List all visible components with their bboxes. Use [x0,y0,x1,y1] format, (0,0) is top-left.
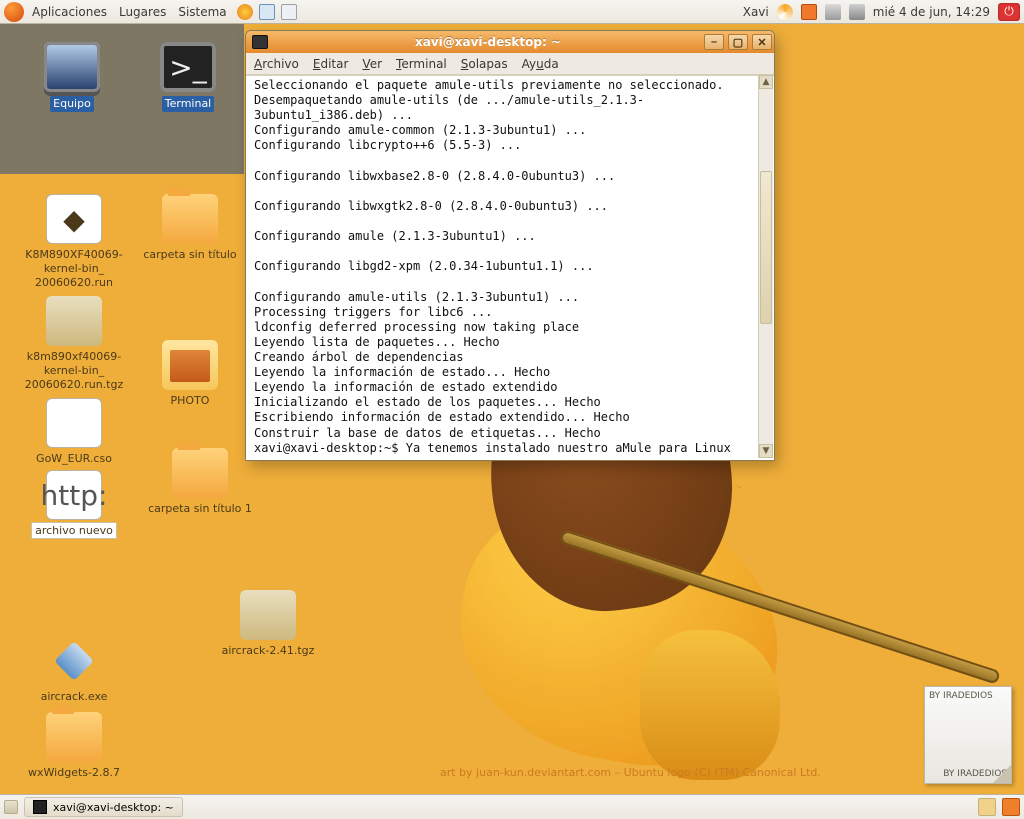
desktop-icon-terminal[interactable]: >_ Terminal [128,42,248,112]
file-icon [46,398,102,448]
top-panel: Aplicaciones Lugares Sistema Xavi mié 4 … [0,0,1024,24]
desktop-icon-aircrack-exe[interactable]: aircrack.exe [14,636,134,704]
help-icon[interactable] [281,4,297,20]
sticky-text-top: BY IRADEDIOS [929,691,1007,701]
icon-label: carpeta sin título [130,248,250,262]
terminal-window: xavi@xavi-desktop: ~ – ▢ ✕ Archivo Edita… [245,30,775,461]
icon-label: Terminal [162,96,215,112]
computer-icon [44,42,100,92]
exe-icon [46,636,102,686]
workspace-switcher[interactable] [978,798,996,816]
desktop-icon-carpeta2[interactable]: carpeta sin título 1 [140,448,260,516]
icon-label: GoW_EUR.cso [14,452,134,466]
trash-icon[interactable] [1002,798,1020,816]
archive-icon [46,296,102,346]
folder-icon [172,448,228,498]
window-title: xavi@xavi-desktop: ~ [274,35,702,49]
desktop-icon-archivo[interactable]: http: archivo nuevo [14,470,134,538]
taskbar-label: xavi@xavi-desktop: ~ [53,801,174,814]
taskbar-item[interactable]: xavi@xavi-desktop: ~ [24,797,183,817]
menu-archivo[interactable]: Archivo [254,57,299,71]
icon-label: carpeta sin título 1 [140,502,260,516]
pagecurl-icon [993,765,1011,783]
titlebar[interactable]: xavi@xavi-desktop: ~ – ▢ ✕ [246,31,774,53]
scroll-thumb[interactable] [760,171,772,324]
terminal-icon: >_ [160,42,216,92]
terminal-icon [33,800,47,814]
icon-label: aircrack-2.41.tgz [208,644,328,658]
folder-icon [162,340,218,390]
desktop-icon-equipo[interactable]: Equipo [12,42,132,112]
ubuntu-logo-icon[interactable] [4,2,24,22]
desktop-icon-gow[interactable]: GoW_EUR.cso [14,398,134,466]
terminal-menubar: Archivo Editar Ver Terminal Solapas Ayud… [246,53,774,75]
menu-editar[interactable]: Editar [313,57,349,71]
terminal-titlebar-icon [252,35,268,49]
user-label[interactable]: Xavi [743,5,769,19]
scrollbar[interactable]: ▲ ▼ [758,75,773,458]
icon-label: archivo nuevo [14,524,134,538]
volume-icon[interactable] [849,4,865,20]
menu-solapas[interactable]: Solapas [461,57,508,71]
panel-right: Xavi mié 4 de jun, 14:29 ⏻ [743,3,1024,21]
weather-icon[interactable] [777,4,793,20]
menu-lugares[interactable]: Lugares [119,5,166,19]
minimize-button[interactable]: – [704,34,724,50]
icon-label: wxWidgets-2.8.7 [14,766,134,780]
wallpaper-credit: art by juan-kun.deviantart.com – Ubuntu … [440,766,821,779]
http-file-icon: http: [46,470,102,520]
icon-label: PHOTO [130,394,250,408]
icon-label: k8m890xf40069-kernel-bin_20060620.run.tg… [14,350,134,391]
sticky-note[interactable]: BY IRADEDIOS BY IRADEDIOS [924,686,1012,784]
firefox-icon[interactable] [237,4,253,20]
menu-terminal[interactable]: Terminal [396,57,447,71]
clock[interactable]: mié 4 de jun, 14:29 [873,5,990,19]
terminal-command: Ya tenemos instalado nuestro aMule para … [406,441,731,455]
archive-icon [240,590,296,640]
scroll-down-icon[interactable]: ▼ [759,444,773,458]
desktop-icon-tgz1[interactable]: k8m890xf40069-kernel-bin_20060620.run.tg… [14,296,134,391]
icon-label: aircrack.exe [14,690,134,704]
folder-icon [46,712,102,762]
icon-label: Equipo [50,96,94,112]
launcher-icons [237,4,297,20]
terminal-output[interactable]: Seleccionando el paquete amule-utils pre… [246,75,774,460]
close-button[interactable]: ✕ [752,34,772,50]
icon-label: K8M890XF40069-kernel-bin_20060620.run [14,248,134,289]
desktop-icon-run[interactable]: ◆ K8M890XF40069-kernel-bin_20060620.run [14,194,134,289]
desktop-icon-wxwidgets[interactable]: wxWidgets-2.8.7 [14,712,134,780]
power-button[interactable]: ⏻ [998,3,1020,21]
folder-icon [162,194,218,244]
network-icon[interactable] [825,4,841,20]
menu-sistema[interactable]: Sistema [178,5,226,19]
show-desktop-button[interactable] [4,800,18,814]
global-menu: Aplicaciones Lugares Sistema [28,5,227,19]
desktop-icon-aircrack-tgz[interactable]: aircrack-2.41.tgz [208,590,328,658]
desktop-icon-carpeta1[interactable]: carpeta sin título [130,194,250,262]
terminal-prompt: xavi@xavi-desktop:~$ [254,441,406,455]
bottom-panel: xavi@xavi-desktop: ~ [0,794,1024,819]
maximize-button[interactable]: ▢ [728,34,748,50]
mail-icon[interactable] [259,4,275,20]
menu-ver[interactable]: Ver [362,57,382,71]
menu-ayuda[interactable]: Ayuda [522,57,559,71]
file-icon: ◆ [46,194,102,244]
desktop-icon-photo[interactable]: PHOTO [130,340,250,408]
update-icon[interactable] [801,4,817,20]
menu-aplicaciones[interactable]: Aplicaciones [32,5,107,19]
scroll-up-icon[interactable]: ▲ [759,75,773,89]
